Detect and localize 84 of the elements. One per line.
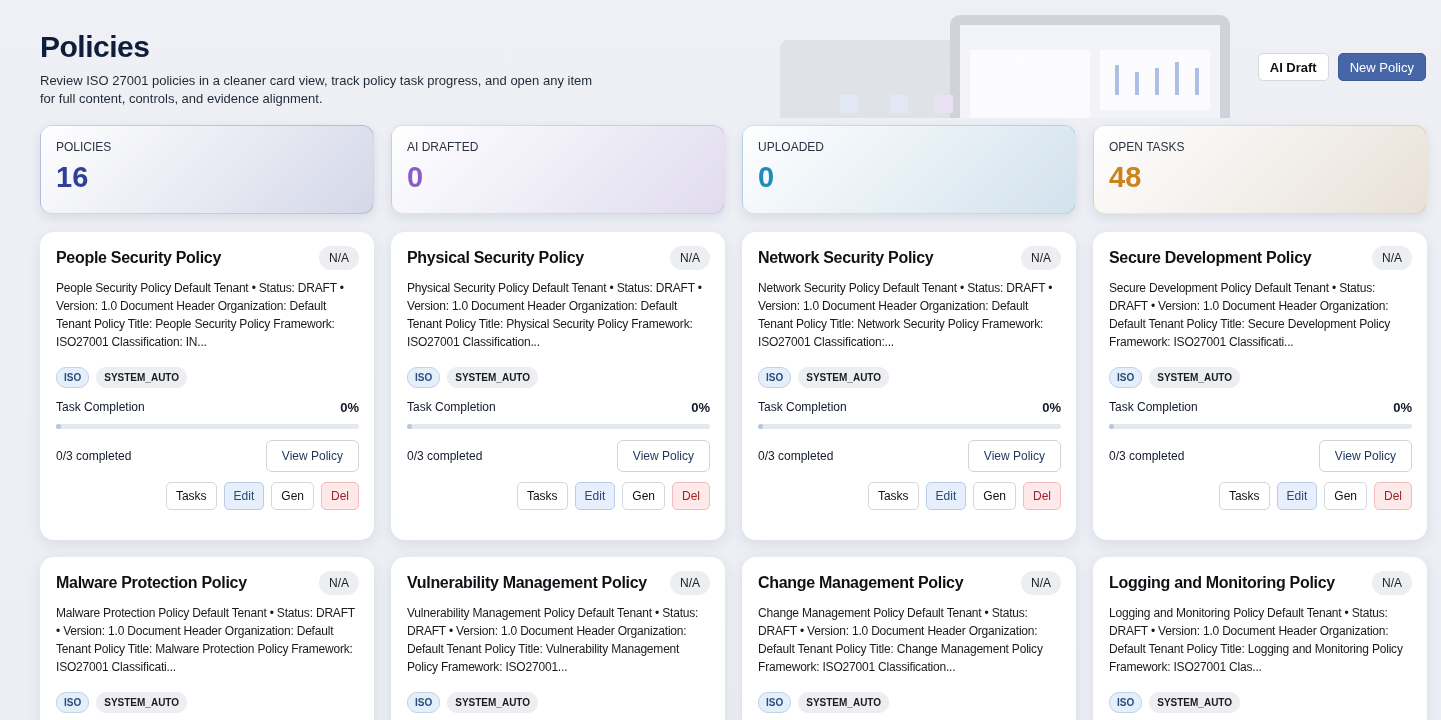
action-button[interactable]: Gen (973, 482, 1016, 510)
source-tag: SYSTEM_AUTO (96, 692, 188, 713)
delete-button[interactable]: Del (321, 482, 359, 510)
policy-title: Physical Security Policy (407, 249, 584, 267)
progress-percent: 0% (691, 400, 710, 415)
edit-button[interactable]: Edit (223, 482, 265, 510)
stat-value: 48 (1109, 160, 1142, 194)
policy-title: Secure Development Policy (1109, 249, 1312, 267)
policy-summary: Change Management Policy Default Tenant • Status: DRAFT • Version: 1.0 Document Header Organization: Default Tenant Policy Title: Change Management Policy Framework: ISO27001 Classification... (758, 605, 1044, 676)
edit-button[interactable]: Edit (925, 482, 967, 510)
source-tag: SYSTEM_AUTO (1149, 692, 1241, 713)
stat-value: 0 (758, 160, 775, 194)
source-tag: SYSTEM_AUTO (798, 367, 890, 388)
policy-summary: Secure Development Policy Default Tenant • Status: DRAFT • Version: 1.0 Document Header Organization: Default Tenant Policy Title: Secure Development Policy Framework: ISO27001 Classificati... (1109, 280, 1392, 351)
action-button[interactable]: Gen (1324, 482, 1367, 510)
framework-tag: ISO (1109, 692, 1143, 713)
policy-summary: Vulnerability Management Policy Default Tenant • Status: DRAFT • Version: 1.0 Document Header Organization: Default Tenant Policy Title: Vulnerability Management Policy Framework: ISO27001... (407, 605, 700, 676)
policy-title: Network Security Policy (758, 249, 934, 267)
source-tag: SYSTEM_AUTO (447, 692, 539, 713)
policy-title: Vulnerability Management Policy (407, 574, 647, 592)
framework-tag: ISO (407, 692, 441, 713)
status-badge: N/A (1021, 571, 1061, 595)
view-policy-button[interactable]: View Policy (616, 440, 710, 472)
policy-summary: Network Security Policy Default Tenant • Status: DRAFT • Version: 1.0 Document Header Organization: Default Tenant Policy Title: Network Security Policy Framework: ISO27001 Classification:... (758, 280, 1054, 351)
edit-button[interactable]: Edit (574, 482, 616, 510)
policy-summary: Logging and Monitoring Policy Default Tenant • Status: DRAFT • Version: 1.0 Document Header Organization: Default Tenant Policy Title: Logging and Monitoring Policy Framework: ISO27001 Clas... (1109, 605, 1404, 676)
progress-label: Task Completion (1109, 400, 1198, 415)
policy-summary: People Security Policy Default Tenant • Status: DRAFT • Version: 1.0 Document Header Organization: Default Tenant Policy Title: People Security Policy Framework: ISO27001 Classification: IN... (56, 280, 345, 351)
framework-tag: ISO (56, 692, 90, 713)
status-badge: N/A (319, 246, 359, 270)
edit-button[interactable]: Edit (1276, 482, 1318, 510)
view-policy-button[interactable]: View Policy (1318, 440, 1412, 472)
policy-title: People Security Policy (56, 249, 222, 267)
action-button[interactable]: Gen (622, 482, 665, 510)
view-policy-button[interactable]: View Policy (967, 440, 1061, 472)
policy-title: Change Management Policy (758, 574, 964, 592)
completed-count: 0/3 completed (1109, 449, 1185, 463)
stat-label: OPEN TASKS (1109, 140, 1185, 154)
source-tag: SYSTEM_AUTO (96, 367, 188, 388)
source-tag: SYSTEM_AUTO (798, 692, 890, 713)
progress-percent: 0% (340, 400, 359, 415)
framework-tag: ISO (758, 367, 792, 388)
ai-draft-button[interactable]: AI Draft (1257, 53, 1329, 81)
action-button[interactable]: Tasks (1218, 482, 1270, 510)
framework-tag: ISO (407, 367, 441, 388)
new-policy-button[interactable]: New Policy (1337, 53, 1426, 81)
delete-button[interactable]: Del (1374, 482, 1412, 510)
policy-title: Malware Protection Policy (56, 574, 247, 592)
completed-count: 0/3 completed (758, 449, 834, 463)
framework-tag: ISO (56, 367, 90, 388)
completed-count: 0/3 completed (56, 449, 132, 463)
stat-value: 0 (407, 160, 424, 194)
progress-label: Task Completion (56, 400, 145, 415)
action-button[interactable]: Tasks (165, 482, 217, 510)
view-policy-button[interactable]: View Policy (265, 440, 359, 472)
framework-tag: ISO (758, 692, 792, 713)
action-button[interactable]: Tasks (516, 482, 568, 510)
page-title: Policies (40, 30, 151, 64)
policy-summary: Malware Protection Policy Default Tenant • Status: DRAFT • Version: 1.0 Document Header Organization: Default Tenant Policy Title: Malware Protection Policy Framework: ISO27001 Classificati... (56, 605, 356, 676)
stat-label: UPLOADED (758, 140, 825, 154)
status-badge: N/A (319, 571, 359, 595)
status-badge: N/A (1372, 246, 1412, 270)
delete-button[interactable]: Del (672, 482, 710, 510)
stat-value: 16 (56, 160, 89, 194)
framework-tag: ISO (1109, 367, 1143, 388)
status-badge: N/A (1021, 246, 1061, 270)
stat-label: POLICIES (56, 140, 112, 154)
status-badge: N/A (670, 571, 710, 595)
source-tag: SYSTEM_AUTO (1149, 367, 1241, 388)
delete-button[interactable]: Del (1023, 482, 1061, 510)
progress-percent: 0% (1042, 400, 1061, 415)
action-button[interactable]: Tasks (867, 482, 919, 510)
page-description: Review ISO 27001 policies in a cleaner card view, track policy task progress, and open any item for full content, controls, and evidence alignment. (40, 72, 594, 108)
progress-label: Task Completion (758, 400, 847, 415)
completed-count: 0/3 completed (407, 449, 483, 463)
stat-label: AI DRAFTED (407, 140, 479, 154)
action-button[interactable]: Gen (271, 482, 314, 510)
progress-percent: 0% (1393, 400, 1412, 415)
status-badge: N/A (670, 246, 710, 270)
source-tag: SYSTEM_AUTO (447, 367, 539, 388)
policy-title: Logging and Monitoring Policy (1109, 574, 1335, 592)
progress-label: Task Completion (407, 400, 496, 415)
status-badge: N/A (1372, 571, 1412, 595)
policy-summary: Physical Security Policy Default Tenant • Status: DRAFT • Version: 1.0 Document Header Organization: Default Tenant Policy Title: Physical Security Policy Framework: ISO27001 Classification... (407, 280, 703, 351)
